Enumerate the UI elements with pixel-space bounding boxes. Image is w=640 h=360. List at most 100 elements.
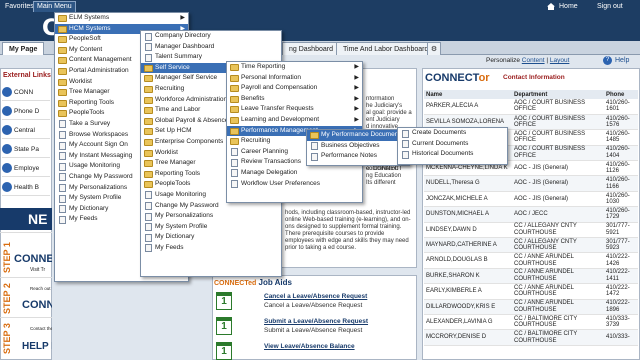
contact-information-title: Contact Information bbox=[503, 74, 565, 81]
external-link-item[interactable]: CONN bbox=[2, 84, 50, 101]
menu-item-label: ELM Systems bbox=[69, 14, 110, 21]
personalize-content-link[interactable]: Content bbox=[522, 57, 545, 64]
tab-my-page[interactable]: My Page bbox=[2, 42, 45, 55]
document-icon bbox=[59, 173, 66, 182]
external-link-item[interactable]: Employe bbox=[2, 160, 50, 177]
overview-text-line: Its different bbox=[366, 180, 396, 186]
column-header-name[interactable]: Name bbox=[424, 90, 512, 99]
home-icon[interactable] bbox=[547, 3, 555, 10]
job-aid-link[interactable]: Cancel a Leave/Absence Request bbox=[264, 293, 367, 300]
menu-item-label: My Personalizations bbox=[155, 212, 214, 220]
menu-item-label: Worklist bbox=[69, 77, 92, 85]
document-icon bbox=[145, 53, 152, 62]
link-icon bbox=[2, 163, 12, 174]
folder-icon bbox=[230, 127, 239, 135]
menu-item-my-performance-documents[interactable]: My Performance Documents▶ bbox=[307, 130, 409, 141]
help-link[interactable]: Help bbox=[615, 57, 629, 64]
contact-department-cell: AOC / COURT BUSINESS OFFICE bbox=[512, 129, 604, 146]
table-row: NUDELL,Theresa G AOC - JIS (General) 410/2… bbox=[424, 175, 638, 192]
external-link-item[interactable]: Health B bbox=[2, 179, 50, 196]
menu-item-label: Usage Monitoring bbox=[69, 162, 120, 170]
contact-name-cell: PARKER,ALECIA A bbox=[424, 99, 512, 115]
contact-department-cell: AOC / COURT BUSINESS OFFICE bbox=[512, 99, 604, 115]
folder-icon bbox=[144, 85, 153, 93]
menu-item-my-system-profile[interactable]: My System Profile bbox=[141, 222, 281, 233]
document-icon bbox=[145, 32, 152, 41]
column-header-department[interactable]: Department bbox=[512, 90, 604, 99]
menu-item-learning-and-development[interactable]: Learning and Development ▶ bbox=[227, 115, 362, 126]
menu-item-business-objectives[interactable]: Business Objectives bbox=[307, 141, 409, 152]
folder-icon bbox=[144, 64, 153, 72]
tab-dashboard[interactable]: ng Dashboard bbox=[282, 42, 340, 55]
personalize-layout-link[interactable]: Layout bbox=[550, 57, 570, 64]
job-aid-description: Cancel a Leave/Absence Request bbox=[264, 302, 363, 309]
menu-item-benefits[interactable]: Benefits ▶ bbox=[227, 94, 362, 105]
external-link-label: Phone D bbox=[14, 108, 40, 115]
external-link-label: Central bbox=[14, 127, 35, 134]
link-icon bbox=[2, 125, 12, 136]
favorites-menu[interactable]: Favorites bbox=[2, 1, 37, 12]
contact-name-cell: NUDELL,Theresa G bbox=[424, 175, 512, 192]
table-row: DUNSTON,MICHAEL A AOC / JECC 410/260-1729 bbox=[424, 206, 638, 223]
job-aid-link[interactable]: Submit a Leave/Absence Request bbox=[264, 318, 368, 325]
step-3-text: Contact the Help Desk (410) 260-1114 bbox=[30, 326, 52, 331]
menu-item-workflow-user-preferences[interactable]: Workflow User Preferences bbox=[227, 179, 362, 190]
menu-item-my-feeds[interactable]: My Feeds bbox=[141, 243, 281, 254]
contact-phone-cell: 410/260-1729 bbox=[604, 206, 638, 223]
contact-name-cell: MAYNARD,CATHERINE A bbox=[424, 237, 512, 254]
step-2-label: STEP 2 bbox=[2, 283, 12, 314]
menu-item-label: Personal Information bbox=[241, 73, 301, 81]
menu-item-my-personalizations[interactable]: My Personalizations bbox=[141, 211, 281, 222]
menu-item-leave-transfer-requests[interactable]: Leave Transfer Requests ▶ bbox=[227, 104, 362, 115]
personalize-label: Personalize bbox=[486, 57, 520, 64]
menu-item-payroll-and-compensation[interactable]: Payroll and Compensation ▶ bbox=[227, 83, 362, 94]
contact-name-cell: LINDSEY,DAWN D bbox=[424, 222, 512, 239]
menu-item-label: Worklist bbox=[155, 148, 178, 156]
column-header-phone[interactable]: Phone bbox=[604, 90, 638, 99]
folder-icon bbox=[144, 96, 153, 104]
menu-item-label: Workforce Administration bbox=[155, 95, 228, 103]
menu-item-elm-systems[interactable]: ELM Systems ▶ bbox=[55, 13, 188, 24]
menu-item-my-dictionary[interactable]: My Dictionary bbox=[141, 232, 281, 243]
folder-icon bbox=[144, 160, 153, 168]
menu-item-manager-dashboard[interactable]: Manager Dashboard bbox=[141, 42, 281, 53]
external-link-item[interactable]: State Pa bbox=[2, 141, 50, 158]
document-icon bbox=[59, 162, 66, 171]
menu-item-historical-documents[interactable]: Historical Documents bbox=[398, 149, 507, 160]
contact-phone-cell: 410/222-1426 bbox=[604, 252, 638, 269]
contact-name-cell: ALEXANDER,LAVINIA G bbox=[424, 314, 512, 331]
tab-time-and-labor-dashboard[interactable]: Time And Labor Dashboard bbox=[336, 42, 436, 55]
job-aid-link[interactable]: View Leave/Absence Balance bbox=[264, 343, 355, 350]
calendar-icon: 1 bbox=[216, 342, 232, 360]
folder-icon bbox=[58, 99, 67, 107]
sign-out-link[interactable]: Sign out bbox=[594, 1, 626, 12]
menu-item-manage-delegation[interactable]: Manage Delegation bbox=[227, 168, 362, 179]
document-icon bbox=[59, 152, 66, 161]
calendar-icon: 1 bbox=[216, 292, 232, 310]
folder-icon bbox=[144, 170, 153, 178]
step-1-text: Visit Tr bbox=[30, 267, 46, 273]
menu-item-performance-notes[interactable]: Performance Notes bbox=[307, 151, 409, 162]
job-aid-description: Submit a Leave/Absence Request bbox=[264, 327, 363, 334]
external-link-item[interactable]: Phone D bbox=[2, 103, 50, 120]
contact-department-cell: CC / ANNE ARUNDEL COURTHOUSE bbox=[512, 283, 604, 300]
table-row: ALEXANDER,LAVINIA G CC / BALTIMORE CITY C… bbox=[424, 314, 638, 331]
contact-phone-cell: 410/260-1166 bbox=[604, 175, 638, 192]
document-icon bbox=[59, 194, 66, 203]
menu-item-create-documents[interactable]: Create Documents bbox=[398, 128, 507, 139]
main-menu-button[interactable]: Main Menu bbox=[33, 1, 76, 12]
folder-icon bbox=[230, 74, 239, 82]
menu-item-current-documents[interactable]: Current Documents bbox=[398, 139, 507, 150]
home-link[interactable]: Home bbox=[556, 1, 581, 12]
contact-phone-cell: 410/222-1896 bbox=[604, 299, 638, 315]
menu-item-company-directory[interactable]: Company Directory bbox=[141, 31, 281, 42]
help-icon[interactable]: ? bbox=[603, 56, 612, 65]
menu-item-time-reporting[interactable]: Time Reporting ▶ bbox=[227, 62, 362, 73]
external-link-item[interactable]: Central bbox=[2, 122, 50, 139]
gear-icon[interactable]: ⚙ bbox=[427, 42, 441, 55]
document-icon bbox=[59, 120, 66, 129]
menu-item-label: Self Service bbox=[155, 63, 190, 71]
menu-item-personal-information[interactable]: Personal Information ▶ bbox=[227, 73, 362, 84]
folder-icon bbox=[58, 36, 67, 44]
menu-item-label: Recruiting bbox=[241, 137, 271, 145]
